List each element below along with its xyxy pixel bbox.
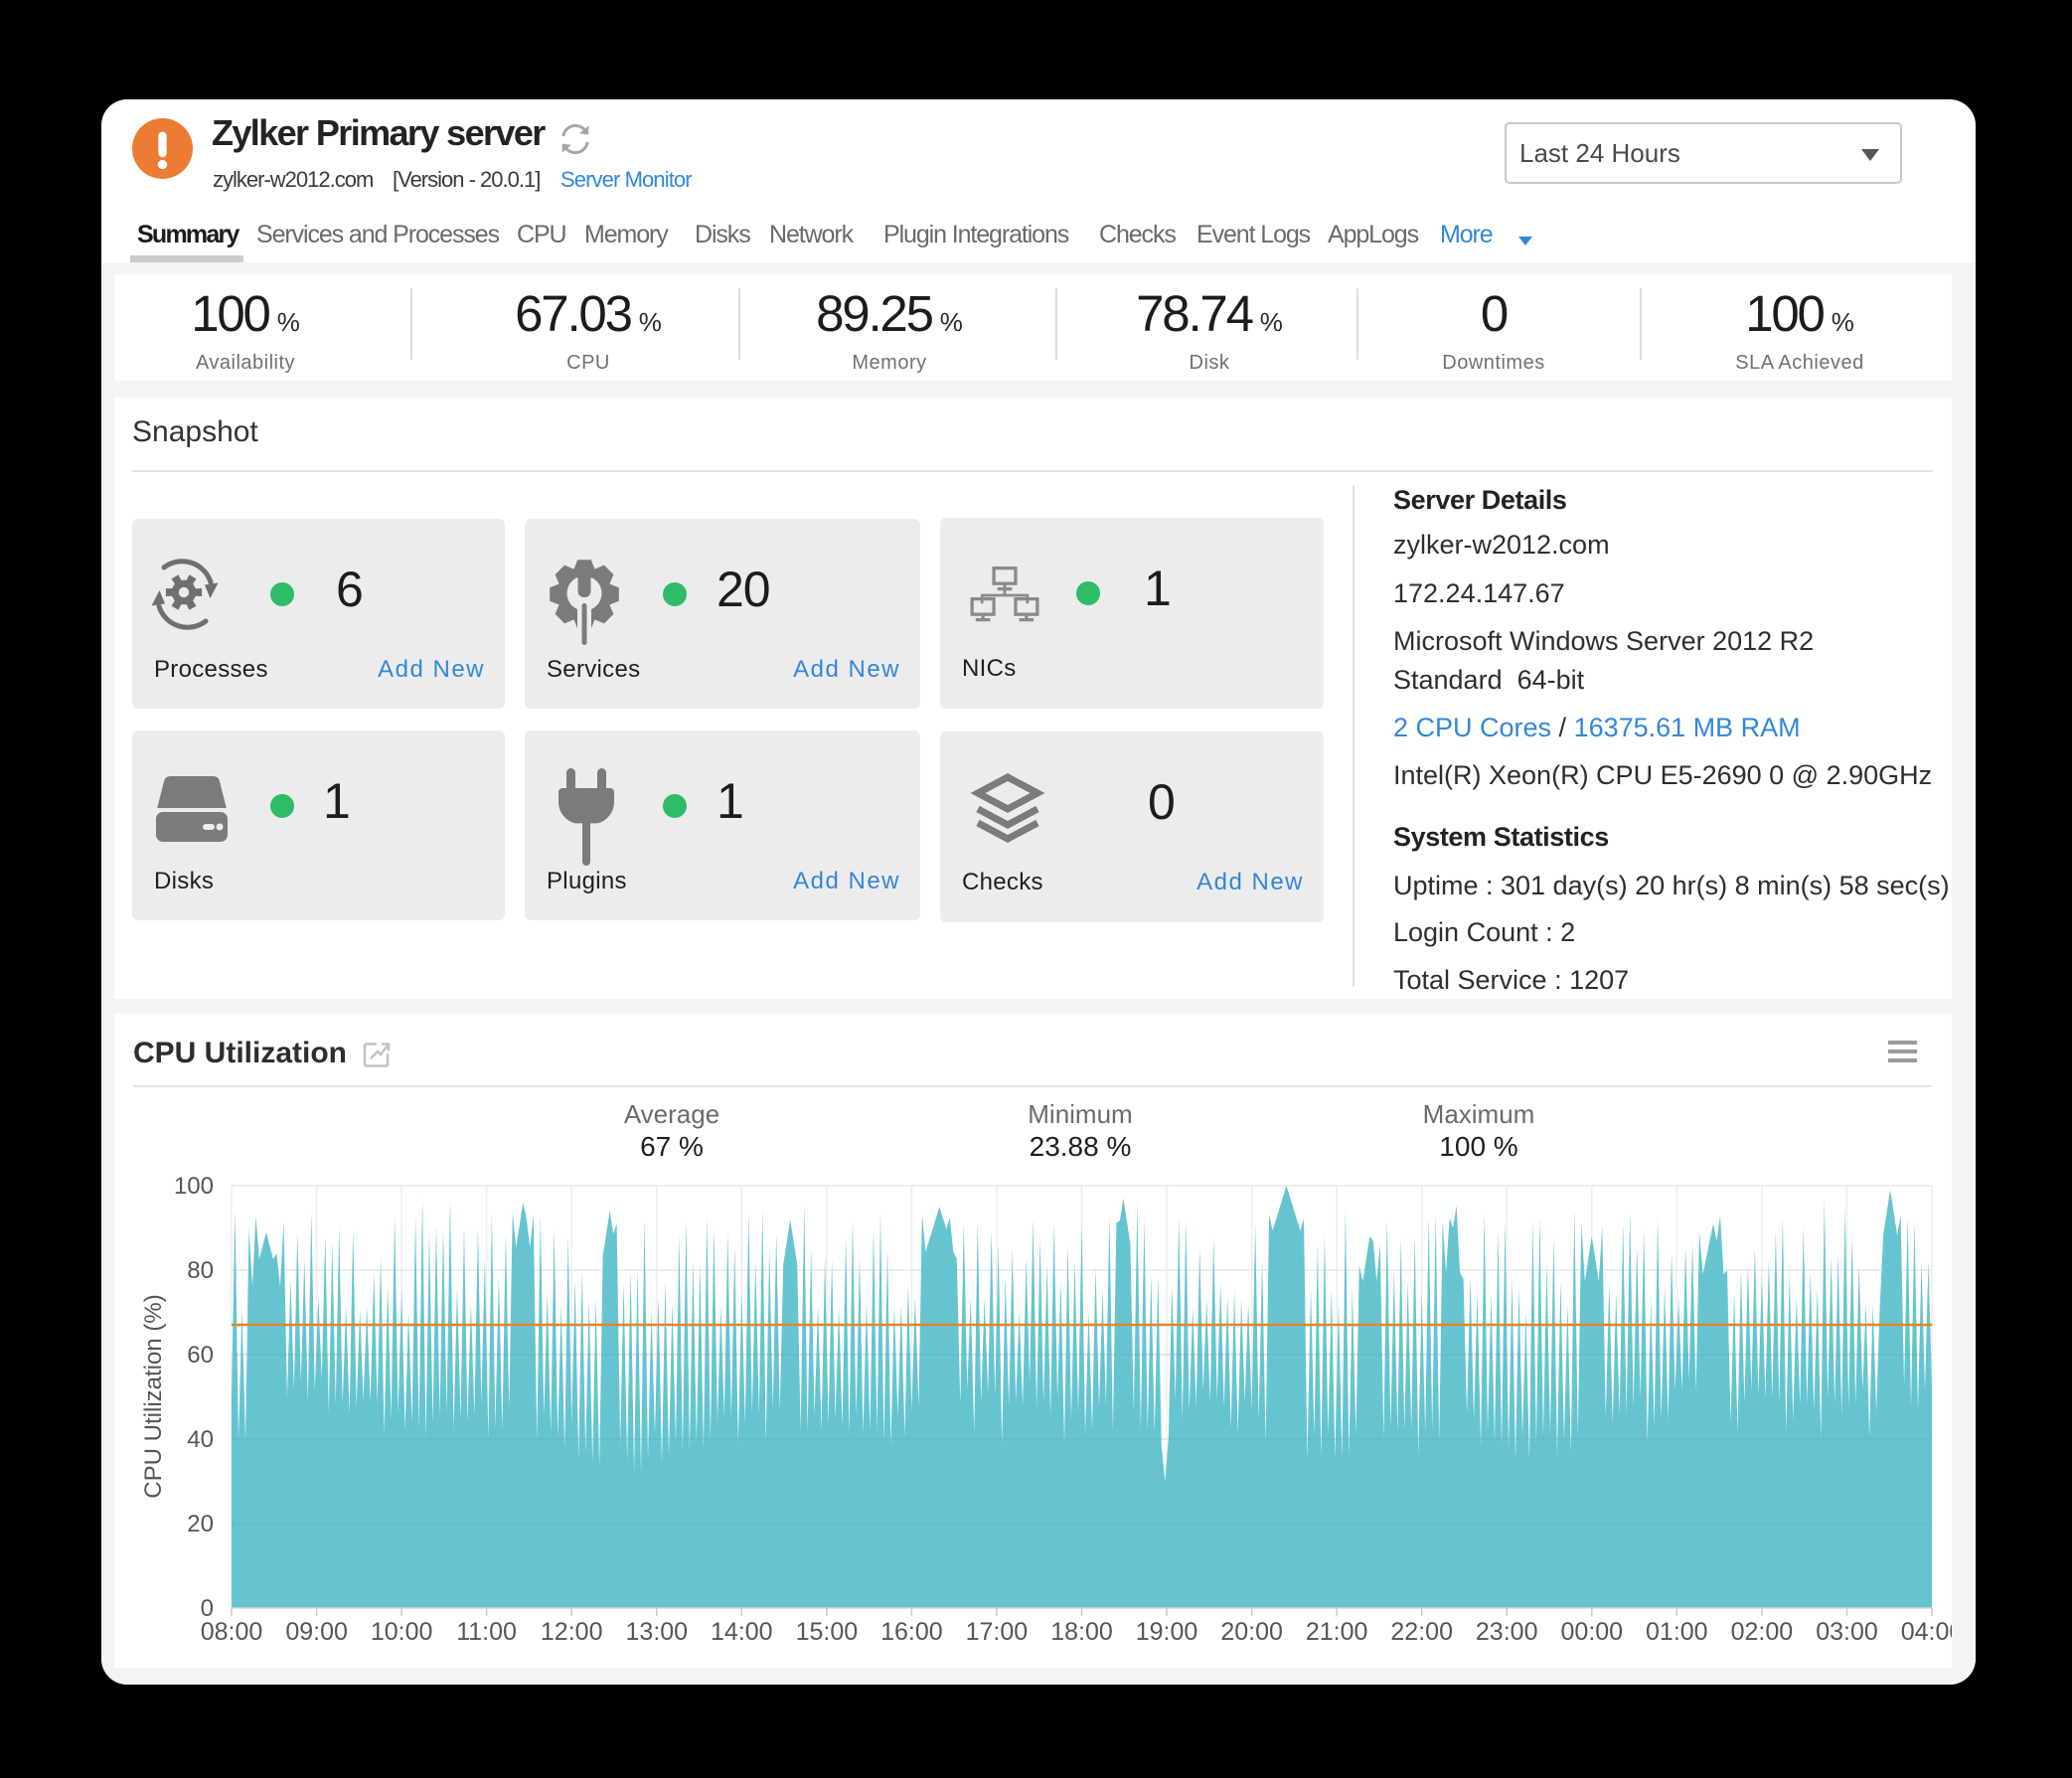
svg-text:01:00: 01:00 xyxy=(1646,1618,1708,1646)
svg-text:12:00: 12:00 xyxy=(541,1618,603,1646)
svg-text:19:00: 19:00 xyxy=(1136,1618,1198,1646)
svg-text:18:00: 18:00 xyxy=(1050,1618,1113,1646)
svg-text:20:00: 20:00 xyxy=(1220,1618,1283,1646)
svg-text:20: 20 xyxy=(187,1511,214,1537)
svg-text:80: 80 xyxy=(187,1257,214,1284)
svg-text:16:00: 16:00 xyxy=(880,1618,943,1646)
svg-text:13:00: 13:00 xyxy=(626,1618,689,1646)
svg-text:CPU Utilization (%): CPU Utilization (%) xyxy=(140,1294,167,1498)
svg-text:60: 60 xyxy=(187,1342,214,1369)
svg-text:02:00: 02:00 xyxy=(1731,1618,1794,1646)
svg-text:04:00: 04:00 xyxy=(1901,1618,1952,1646)
svg-text:11:00: 11:00 xyxy=(456,1618,517,1646)
svg-text:100: 100 xyxy=(174,1173,214,1200)
svg-text:08:00: 08:00 xyxy=(201,1618,263,1646)
svg-text:21:00: 21:00 xyxy=(1306,1618,1368,1646)
svg-text:22:00: 22:00 xyxy=(1390,1618,1453,1646)
svg-text:14:00: 14:00 xyxy=(711,1618,773,1646)
svg-text:40: 40 xyxy=(187,1426,214,1453)
svg-text:09:00: 09:00 xyxy=(285,1618,348,1646)
svg-text:0: 0 xyxy=(201,1595,214,1622)
svg-text:10:00: 10:00 xyxy=(371,1618,433,1646)
svg-text:23:00: 23:00 xyxy=(1476,1618,1538,1646)
svg-text:17:00: 17:00 xyxy=(966,1618,1029,1646)
svg-text:00:00: 00:00 xyxy=(1561,1618,1624,1646)
svg-text:03:00: 03:00 xyxy=(1816,1618,1878,1646)
svg-text:15:00: 15:00 xyxy=(796,1618,859,1646)
